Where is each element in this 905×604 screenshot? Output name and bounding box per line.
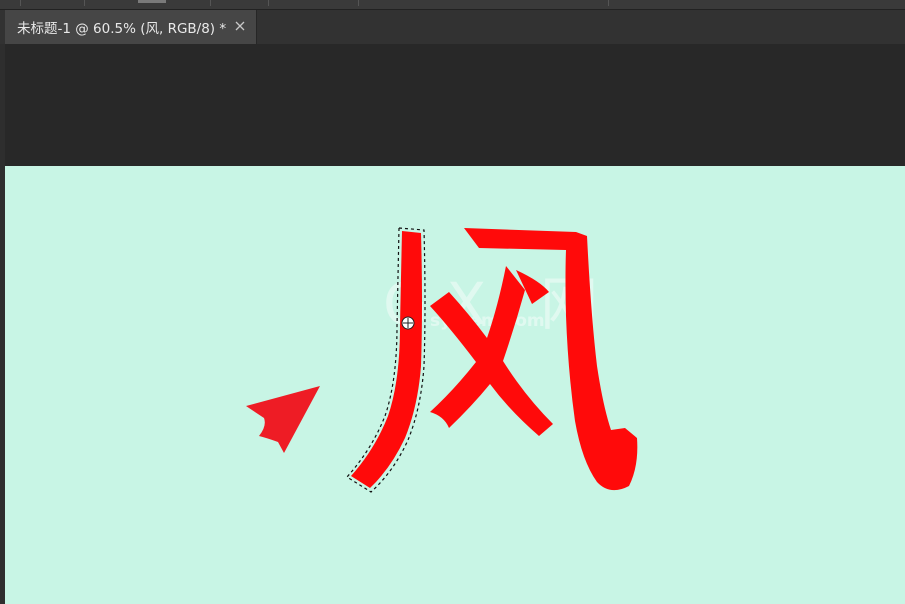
close-icon[interactable] [232,18,248,34]
options-divider [268,0,269,6]
photoshop-window: 未标题-1 @ 60.5% (风, RGB/8) * G X I 网 syste… [0,0,905,604]
canvas-background [5,166,905,604]
options-divider [84,0,85,6]
options-divider [210,0,211,6]
document-canvas[interactable]: G X I 网 system.com [5,166,905,604]
document-tab[interactable]: 未标题-1 @ 60.5% (风, RGB/8) * [5,10,257,44]
options-bar-edge [0,0,905,10]
move-crosshair-icon [401,316,415,330]
options-divider [608,0,609,6]
options-slider[interactable] [138,0,166,3]
document-tab-bar: 未标题-1 @ 60.5% (风, RGB/8) * [0,10,905,45]
options-divider [20,0,21,6]
document-tab-title: 未标题-1 @ 60.5% (风, RGB/8) * [17,21,227,37]
canvas-artwork: G X I 网 system.com [5,166,905,604]
pasteboard [5,44,905,166]
options-divider [358,0,359,6]
